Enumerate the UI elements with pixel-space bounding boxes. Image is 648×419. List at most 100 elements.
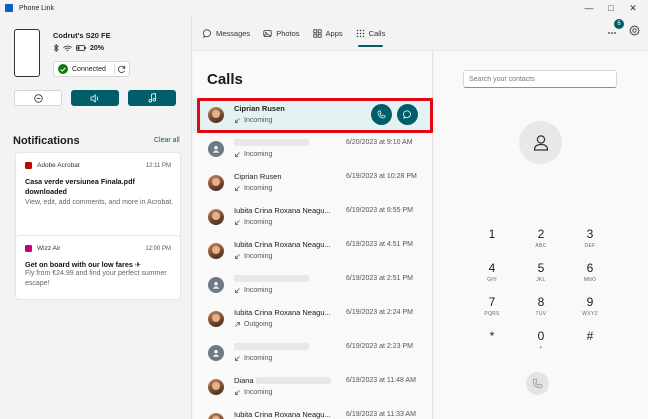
call-back-button[interactable] xyxy=(371,104,392,125)
bluetooth-icon xyxy=(53,44,59,52)
tab-label: Photos xyxy=(276,28,300,38)
caller-name: Ciprian Rusen xyxy=(234,172,282,181)
key-0[interactable]: 0 + xyxy=(517,325,565,357)
media-button[interactable] xyxy=(128,90,176,106)
call-row[interactable]: Diana Incoming 6/19/2023 at 11:48 AM xyxy=(193,371,433,405)
settings-gear-icon[interactable] xyxy=(629,24,640,36)
notification-card[interactable]: Wizz Air 12:00 PM Get on board with our … xyxy=(15,235,181,300)
call-type: Incoming xyxy=(234,287,272,294)
caller-name: Iubita Crina Roxana Neagu... xyxy=(234,240,331,249)
clear-all-link[interactable]: Clear all xyxy=(154,137,180,144)
notifications-button[interactable]: 6 xyxy=(607,19,624,36)
redacted-name xyxy=(234,343,309,350)
contact-avatar xyxy=(208,413,224,419)
key-digit: 9 xyxy=(586,295,594,309)
call-time: 6/19/2023 at 6:55 PM xyxy=(346,207,413,214)
message-icon xyxy=(203,28,211,38)
tab-label: Messages xyxy=(216,28,251,38)
maximize-icon[interactable]: □ xyxy=(600,0,622,16)
message-contact-button[interactable] xyxy=(397,104,418,125)
incoming-call-icon xyxy=(235,288,240,293)
tab-messages[interactable]: Messages xyxy=(203,16,250,50)
key-7[interactable]: 7 PQRS xyxy=(468,291,516,323)
close-icon[interactable]: ✕ xyxy=(622,0,644,16)
call-row[interactable]: Ciprian Rusen Incoming 6/19/2023 at 10:2… xyxy=(193,167,433,201)
call-type: Incoming xyxy=(234,117,272,124)
contact-avatar xyxy=(208,209,224,225)
key-digit: 0 xyxy=(537,329,545,343)
contact-avatar xyxy=(208,141,224,157)
device-sidebar: Codrut's S20 FE 20% Connected Notificati… xyxy=(0,16,192,419)
audio-button[interactable] xyxy=(71,90,119,106)
incoming-call-icon xyxy=(235,390,240,395)
key-6[interactable]: 6 MNO xyxy=(566,257,614,289)
contact-avatar xyxy=(208,243,224,259)
nav-actions: 6 xyxy=(607,19,640,36)
redacted-name xyxy=(234,275,309,282)
contact-avatar xyxy=(208,107,224,123)
call-type-label: Incoming xyxy=(244,117,273,124)
caller-name: Iubita Crina Roxana Neagu... xyxy=(234,308,331,317)
notifications-heading: Notifications xyxy=(13,135,80,147)
key-3[interactable]: 3 DEF xyxy=(566,223,614,255)
dial-call-button[interactable] xyxy=(526,372,549,395)
device-status-row: 20% xyxy=(53,44,104,52)
adobe-acrobat-icon xyxy=(25,162,32,169)
call-row[interactable]: Incoming 6/19/2023 at 2:23 PM xyxy=(193,337,433,371)
call-type-label: Outgoing xyxy=(244,321,273,328)
incoming-call-icon xyxy=(235,186,240,191)
key-digit: 8 xyxy=(537,295,545,309)
key-digit: 3 xyxy=(586,227,594,241)
contact-avatar xyxy=(208,277,224,293)
connection-status: Connected xyxy=(53,61,130,77)
speaker-icon xyxy=(90,93,98,103)
phone-icon xyxy=(532,378,543,389)
do-not-disturb-button[interactable] xyxy=(14,90,62,106)
notification-time: 12:11 PM xyxy=(145,163,171,169)
key-9[interactable]: 9 WXYZ xyxy=(566,291,614,323)
minimize-icon[interactable]: — xyxy=(578,0,600,16)
dialpad-icon xyxy=(356,29,364,37)
call-row[interactable]: Iubita Crina Roxana Neagu... Outgoing 6/… xyxy=(193,303,433,337)
key-5[interactable]: 5 JKL xyxy=(517,257,565,289)
call-time: 6/20/2023 at 9:10 AM xyxy=(346,139,413,146)
contact-avatar xyxy=(208,175,224,191)
key-letters: + xyxy=(539,345,543,351)
key-4[interactable]: 4 GHI xyxy=(468,257,516,289)
dial-keypad: 1 2 ABC 3 DEF 4 GHI 5 JKL 6 MNO 7 PQRS 8 TUV 9 W… xyxy=(468,223,614,357)
phone-link-logo-icon xyxy=(5,4,13,12)
notification-card[interactable]: Adobe Acrobat 12:11 PM Casa verde versiu… xyxy=(15,152,181,242)
tab-calls[interactable]: Calls xyxy=(356,16,385,50)
check-icon xyxy=(58,64,68,74)
key-2[interactable]: 2 ABC xyxy=(517,223,565,255)
notification-app: Adobe Acrobat xyxy=(25,162,80,169)
message-icon xyxy=(403,110,411,119)
search-contacts-input[interactable] xyxy=(463,70,617,88)
window-title: Phone Link xyxy=(19,4,55,12)
tab-photos[interactable]: Photos xyxy=(263,16,300,50)
do-not-disturb-icon xyxy=(33,93,43,103)
key-hash[interactable]: # xyxy=(566,325,614,357)
wizz-air-icon xyxy=(25,245,32,252)
key-star[interactable]: * xyxy=(468,325,516,357)
refresh-icon[interactable] xyxy=(114,64,126,75)
key-1[interactable]: 1 xyxy=(468,223,516,255)
key-digit: 6 xyxy=(586,261,594,275)
key-8[interactable]: 8 TUV xyxy=(517,291,565,323)
caller-name: Iubita Crina Roxana Neagu... xyxy=(234,410,331,419)
contact-avatar xyxy=(208,345,224,361)
call-type-label: Incoming xyxy=(244,185,273,192)
key-digit: 1 xyxy=(488,227,496,241)
call-row[interactable]: Iubita Crina Roxana Neagu... Incoming 6/… xyxy=(193,201,433,235)
notification-body: Fly from €24.99 and find your perfect su… xyxy=(25,270,167,287)
call-row[interactable]: Iubita Crina Roxana Neagu... Incoming 6/… xyxy=(193,235,433,269)
call-row[interactable]: Incoming 6/20/2023 at 9:10 AM xyxy=(193,133,433,167)
contact-placeholder xyxy=(519,121,562,164)
call-row[interactable]: Incoming 6/19/2023 at 2:51 PM xyxy=(193,269,433,303)
notification-app: Wizz Air xyxy=(25,245,60,252)
call-row[interactable]: Iubita Crina Roxana Neagu... 6/19/2023 a… xyxy=(193,405,433,419)
notification-app-name: Wizz Air xyxy=(37,245,61,252)
tab-apps[interactable]: Apps xyxy=(312,16,343,50)
key-digit: 5 xyxy=(537,261,545,275)
call-row-selected[interactable]: Ciprian Rusen Incoming xyxy=(193,99,433,133)
